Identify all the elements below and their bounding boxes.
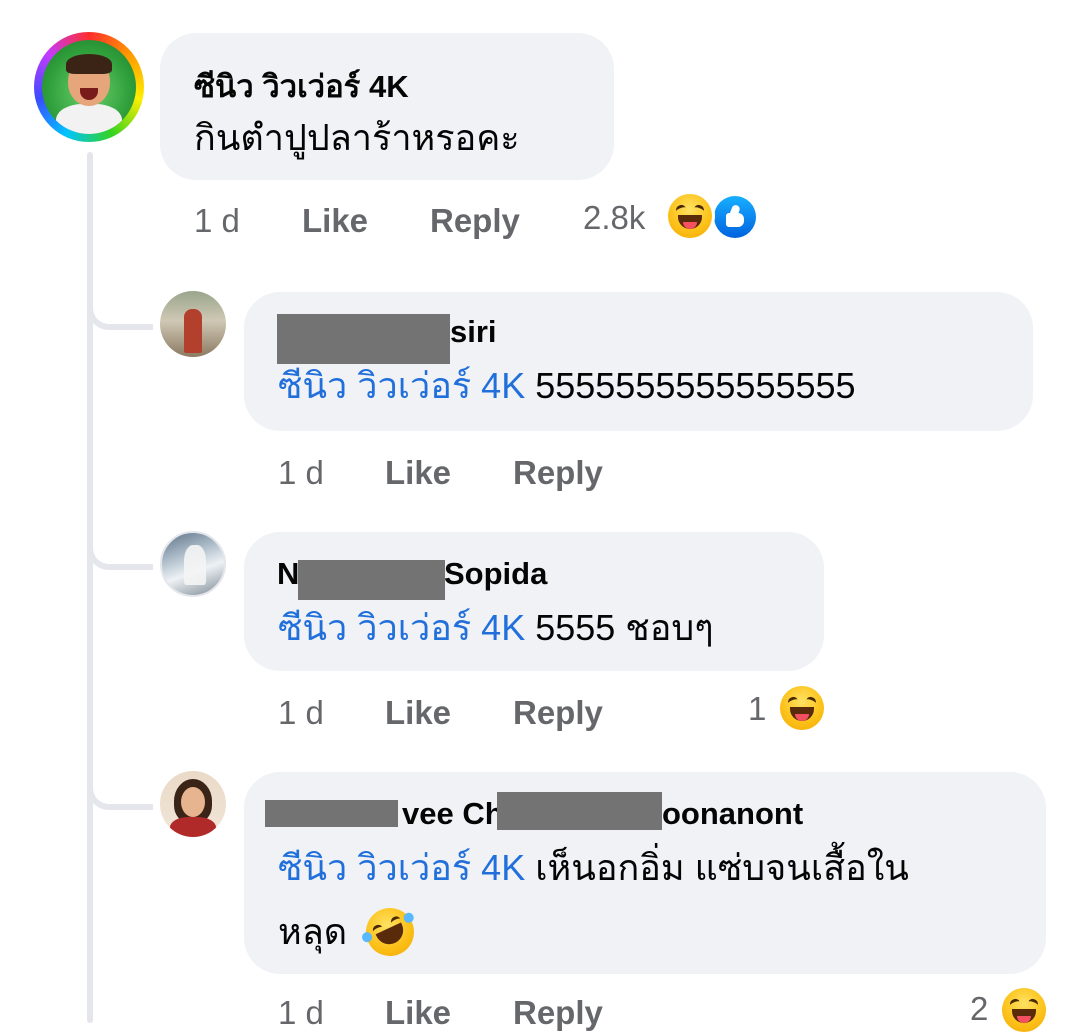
thread-line	[87, 152, 93, 1023]
reply-author-fragment[interactable]: vee Ch	[402, 796, 504, 832]
comment-bubble: ซีนิว วิวเว่อร์ 4K กินตำปูปลาร้าหรอคะ	[160, 33, 614, 180]
haha-icon	[668, 194, 712, 238]
reply-button[interactable]: Reply	[513, 994, 603, 1032]
haha-icon	[1002, 988, 1046, 1032]
reply-button[interactable]: Reply	[513, 694, 603, 732]
avatar[interactable]	[34, 32, 144, 142]
like-button[interactable]: Like	[385, 454, 451, 492]
avatar[interactable]	[160, 291, 226, 357]
reply-author[interactable]: Sopida	[444, 556, 547, 592]
reply-bubble: siri ซีนิว วิวเว่อร์ 4K 5555555555555555	[244, 292, 1033, 431]
reply-message: หลุด	[278, 911, 348, 952]
reply-time[interactable]: 1 d	[278, 454, 324, 492]
comment-text: กินตำปูปลาร้าหรอคะ	[194, 117, 520, 158]
avatar[interactable]	[160, 771, 226, 837]
reply-bubble: vee Ch oonanont ซีนิว วิวเว่อร์ 4K เห็นอ…	[244, 772, 1046, 974]
redaction-block	[277, 314, 450, 364]
like-icon	[714, 196, 756, 238]
thread-connector	[87, 776, 153, 810]
reply-text: ซีนิว วิวเว่อร์ 4K 5555555555555555	[278, 364, 856, 407]
avatar[interactable]	[160, 531, 226, 597]
reaction-count[interactable]: 2	[970, 990, 988, 1028]
comment-time[interactable]: 1 d	[194, 202, 240, 240]
reply-author-initial[interactable]: N	[277, 556, 299, 592]
reply-message: 5555555555555555	[535, 365, 856, 406]
thread-connector	[87, 536, 153, 570]
reply-author[interactable]: siri	[450, 314, 497, 350]
redaction-block	[497, 792, 662, 830]
reply-message: 5555 ชอบๆ	[535, 607, 714, 648]
mention-link[interactable]: ซีนิว วิวเว่อร์ 4K	[278, 365, 525, 406]
reply-time[interactable]: 1 d	[278, 694, 324, 732]
reaction-count[interactable]: 1	[748, 690, 766, 728]
reply-button[interactable]: Reply	[430, 202, 520, 240]
reaction-count[interactable]: 2.8k	[583, 199, 645, 237]
redaction-block	[265, 800, 398, 827]
thread-connector	[87, 296, 153, 330]
rofl-icon	[358, 900, 422, 964]
reply-bubble: N Sopida ซีนิว วิวเว่อร์ 4K 5555 ชอบๆ	[244, 532, 824, 671]
like-button[interactable]: Like	[302, 202, 368, 240]
reply-text: ซีนิว วิวเว่อร์ 4K 5555 ชอบๆ	[278, 606, 714, 649]
mention-link[interactable]: ซีนิว วิวเว่อร์ 4K	[278, 847, 525, 888]
reply-button[interactable]: Reply	[513, 454, 603, 492]
haha-icon	[780, 686, 824, 730]
comment-author[interactable]: ซีนิว วิวเว่อร์ 4K	[194, 61, 409, 111]
redaction-block	[298, 560, 445, 600]
reply-text-line2: หลุด	[278, 910, 347, 953]
reply-time[interactable]: 1 d	[278, 994, 324, 1032]
like-button[interactable]: Like	[385, 994, 451, 1032]
mention-link[interactable]: ซีนิว วิวเว่อร์ 4K	[278, 607, 525, 648]
reply-author[interactable]: oonanont	[662, 796, 803, 832]
reply-text: ซีนิว วิวเว่อร์ 4K เห็นอกอิ่ม แซ่บจนเสื้…	[278, 846, 909, 889]
reply-message: เห็นอกอิ่ม แซ่บจนเสื้อใน	[535, 847, 909, 888]
like-button[interactable]: Like	[385, 694, 451, 732]
